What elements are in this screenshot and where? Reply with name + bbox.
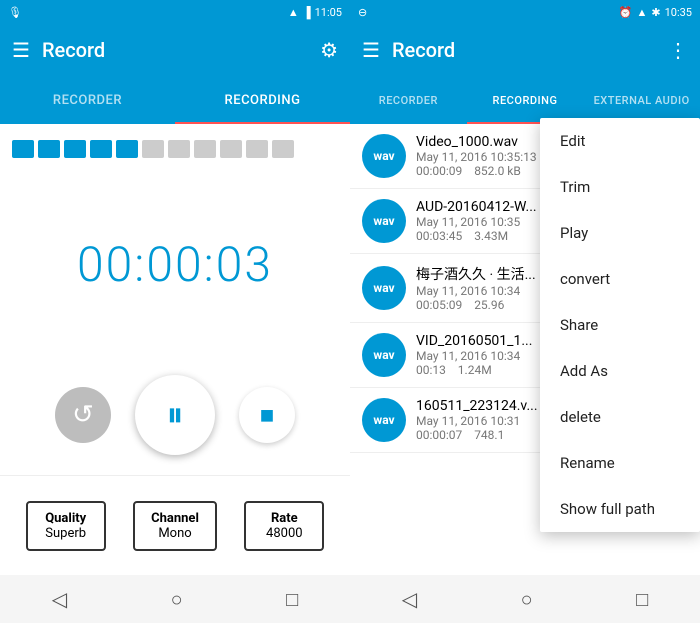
tabs-right: RECORDER RECORDING EXTERNAL AUDIO xyxy=(350,76,700,124)
wave-block-11 xyxy=(272,140,294,158)
wav-badge-3: wav xyxy=(362,266,406,310)
wave-block-8 xyxy=(194,140,216,158)
context-menu: Edit Trim Play convert Share Add As dele… xyxy=(540,118,700,532)
tab-recording-right[interactable]: RECORDING xyxy=(467,76,584,124)
left-panel: 🎙 ▲ ▐ 11:05 ☰ Record ⚙ RECORDER RECORDIN… xyxy=(0,0,350,623)
timer-display: 00:00:03 xyxy=(77,236,273,293)
tabs-left: RECORDER RECORDING xyxy=(0,76,350,124)
recents-button-left[interactable]: □ xyxy=(266,579,318,620)
wav-badge-2: wav xyxy=(362,199,406,243)
status-bar-right: ⊖ ⏰ ▲ ✱ 10:35 xyxy=(350,0,700,24)
wave-block-10 xyxy=(246,140,268,158)
back-button-right[interactable]: ◁ xyxy=(382,579,437,619)
stop-button[interactable]: ■ xyxy=(239,387,295,443)
quality-value: Superb xyxy=(45,526,86,541)
rate-value: 48000 xyxy=(266,526,303,541)
top-bar-right: ☰ Record ⋮ xyxy=(350,24,700,76)
context-menu-play[interactable]: Play xyxy=(540,210,700,256)
tab-recorder-right[interactable]: RECORDER xyxy=(350,76,467,124)
right-panel: ⊖ ⏰ ▲ ✱ 10:35 ☰ Record ⋮ RECORDER RECORD… xyxy=(350,0,700,623)
timer-area: 00:00:03 xyxy=(0,174,350,355)
controls-area: ↺ ⏸ ■ xyxy=(0,355,350,475)
quality-label: Quality xyxy=(45,511,86,526)
wave-block-4 xyxy=(90,140,112,158)
menu-icon-right[interactable]: ☰ xyxy=(362,38,380,62)
tab-external-audio[interactable]: EXTERNAL AUDIO xyxy=(583,76,700,124)
quality-item-rate: Rate 48000 xyxy=(244,501,324,551)
wifi-icon-right: ▲ xyxy=(636,6,647,19)
context-menu-rename[interactable]: Rename xyxy=(540,440,700,486)
tab-recorder-left[interactable]: RECORDER xyxy=(0,76,175,124)
pause-icon: ⏸ xyxy=(167,395,184,435)
waveform-area xyxy=(0,124,350,174)
quality-item-quality: Quality Superb xyxy=(26,501,106,551)
wave-block-6 xyxy=(142,140,164,158)
context-menu-convert[interactable]: convert xyxy=(540,256,700,302)
wave-block-2 xyxy=(38,140,60,158)
stop-icon: ■ xyxy=(260,401,275,430)
status-bar-left: 🎙 ▲ ▐ 11:05 xyxy=(0,0,350,24)
context-menu-add-as[interactable]: Add As xyxy=(540,348,700,394)
menu-icon-left[interactable]: ☰ xyxy=(12,38,30,62)
wav-badge-1: wav xyxy=(362,134,406,178)
nav-bar-left: ◁ ○ □ xyxy=(0,575,350,623)
pause-button[interactable]: ⏸ xyxy=(135,375,215,455)
time-left: 11:05 xyxy=(315,6,342,19)
context-menu-edit[interactable]: Edit xyxy=(540,118,700,164)
back-button-left[interactable]: ◁ xyxy=(32,579,87,619)
more-icon-right[interactable]: ⋮ xyxy=(668,38,688,62)
quality-item-channel: Channel Mono xyxy=(133,501,217,551)
wave-block-5 xyxy=(116,140,138,158)
context-menu-share[interactable]: Share xyxy=(540,302,700,348)
wav-badge-4: wav xyxy=(362,333,406,377)
recents-button-right[interactable]: □ xyxy=(616,579,668,620)
context-menu-trim[interactable]: Trim xyxy=(540,164,700,210)
clock-icon-right: ⏰ xyxy=(619,6,633,19)
wave-block-3 xyxy=(64,140,86,158)
channel-label: Channel xyxy=(151,511,199,526)
bluetooth-icon-right: ✱ xyxy=(651,6,660,19)
quality-bar: Quality Superb Channel Mono Rate 48000 xyxy=(0,475,350,575)
wifi-icon: ▲ xyxy=(288,6,299,19)
wav-badge-5: wav xyxy=(362,398,406,442)
settings-icon[interactable]: ⚙ xyxy=(320,38,338,62)
home-button-left[interactable]: ○ xyxy=(151,579,203,620)
rate-label: Rate xyxy=(271,511,298,526)
top-bar-left: ☰ Record ⚙ xyxy=(0,24,350,76)
wave-block-1 xyxy=(12,140,34,158)
wave-block-9 xyxy=(220,140,242,158)
home-button-right[interactable]: ○ xyxy=(501,579,553,620)
reset-icon: ↺ xyxy=(72,400,94,430)
channel-value: Mono xyxy=(158,526,191,541)
wave-block-7 xyxy=(168,140,190,158)
battery-icon: ▐ xyxy=(303,6,311,19)
app-title-right: Record xyxy=(392,38,656,62)
alarm-icon-right: ⊖ xyxy=(358,6,367,19)
tab-recording-left[interactable]: RECORDING xyxy=(175,76,350,124)
microphone-icon: 🎙 xyxy=(8,6,22,19)
reset-button[interactable]: ↺ xyxy=(55,387,111,443)
time-right: 10:35 xyxy=(665,6,692,19)
context-menu-delete[interactable]: delete xyxy=(540,394,700,440)
context-menu-show-full-path[interactable]: Show full path xyxy=(540,486,700,532)
app-title-left: Record xyxy=(42,38,308,62)
nav-bar-right: ◁ ○ □ xyxy=(350,575,700,623)
